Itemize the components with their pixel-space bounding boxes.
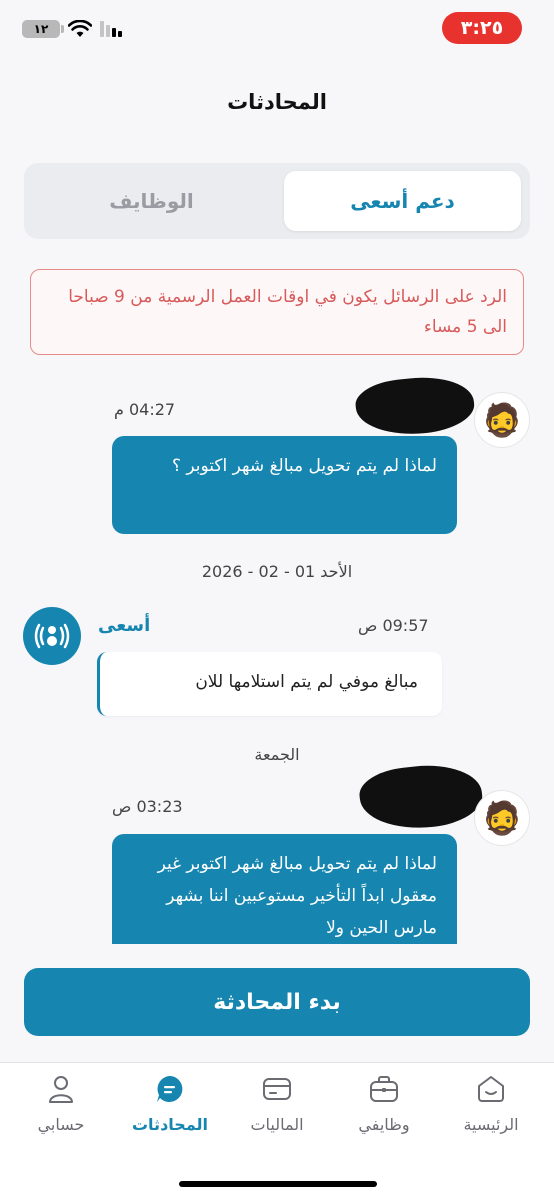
support-name: أسعى (98, 615, 151, 636)
chat-icon (155, 1071, 185, 1107)
user-avatar: 🧔 (474, 392, 530, 448)
outgoing-message: لماذا لم يتم تحويل مبالغ شهر اكتوبر ؟ (112, 436, 457, 534)
nav-item-finance[interactable]: الماليات (222, 1071, 332, 1151)
tab-jobs[interactable]: الوظايف (33, 171, 270, 231)
redaction-scribble (353, 371, 477, 441)
person-icon (47, 1071, 75, 1107)
outgoing-message: لماذا لم يتم تحويل مبالغ شهر اكتوبر غير … (112, 834, 457, 944)
support-avatar (23, 607, 81, 665)
battery-icon: ١٢ (22, 20, 64, 38)
support-logo-icon (34, 623, 70, 649)
nav-label: المحادثات (131, 1115, 209, 1134)
wifi-icon (68, 20, 92, 37)
tab-support[interactable]: دعم أسعى (284, 171, 521, 231)
wallet-icon (262, 1071, 292, 1107)
message-time: 09:57 ص (358, 616, 429, 635)
nav-label: الماليات (250, 1115, 304, 1134)
nav-label: حسابي (37, 1115, 85, 1134)
date-separator: الأحد 01 - 02 - 2026 (201, 562, 353, 581)
home-icon (476, 1071, 506, 1107)
nav-item-my-jobs[interactable]: وظايفي (329, 1071, 439, 1151)
home-indicator (179, 1181, 377, 1187)
nav-item-chats[interactable]: المحادثات (115, 1071, 225, 1151)
briefcase-icon (369, 1071, 399, 1107)
message-time: 04:27 م (114, 400, 176, 419)
message-time: 03:23 ص (112, 797, 183, 816)
status-icons: ١٢ (22, 20, 122, 38)
chat-scroll-clip[interactable]: لماذا لم يتم تحويل مبالغ شهر اكتوبر غير … (0, 830, 554, 944)
date-separator: الجمعة (254, 745, 300, 764)
status-bar: ١٢ ٣:٢٥ (0, 0, 554, 64)
redaction-scribble (357, 759, 485, 835)
nav-label: وظايفي (358, 1115, 410, 1134)
start-chat-button[interactable]: بدء المحادثة (24, 968, 530, 1036)
working-hours-notice: الرد على الرسائل يكون في اوقات العمل الر… (30, 269, 524, 355)
incoming-message: مبالغ موفي لم يتم استلامها للان (97, 652, 442, 716)
tab-bar: دعم أسعى الوظايف (24, 163, 530, 239)
status-time: ٣:٢٥ (442, 12, 522, 44)
battery-level: ١٢ (33, 22, 49, 36)
bottom-nav: حسابي المحادثات الماليات وظايفي الرئيسية (0, 1062, 554, 1200)
nav-label: الرئيسية (463, 1115, 519, 1134)
page-title: المحادثات (227, 90, 327, 114)
nav-item-home[interactable]: الرئيسية (436, 1071, 546, 1151)
signal-icon (100, 21, 122, 37)
nav-item-account[interactable]: حسابي (6, 1071, 116, 1151)
